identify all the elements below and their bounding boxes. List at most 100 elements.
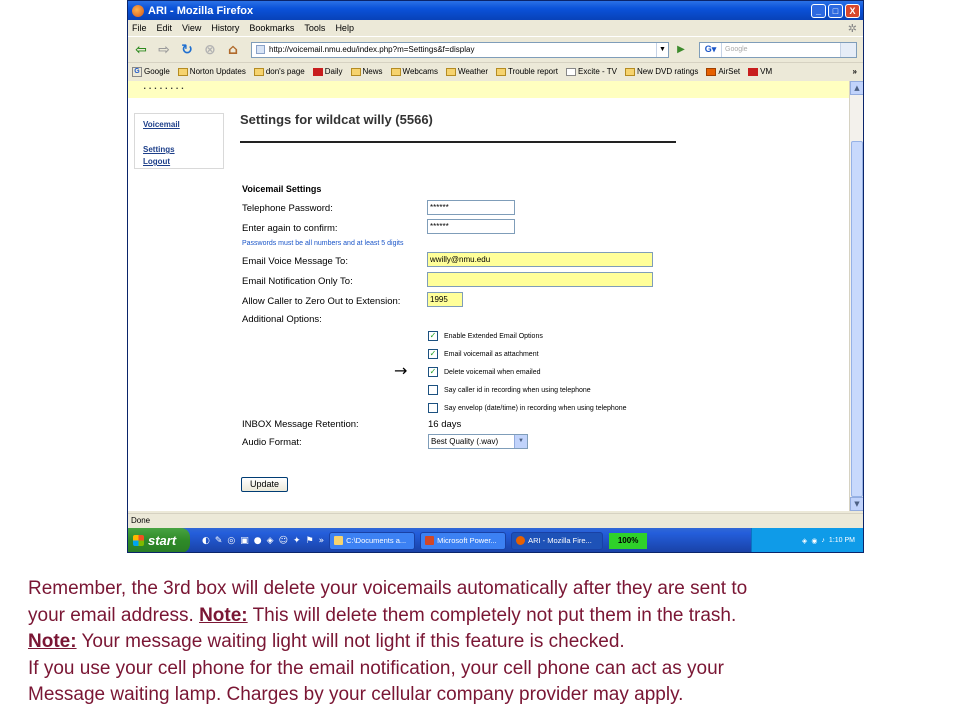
bookmark-weather[interactable]: Weather bbox=[445, 67, 489, 76]
confirm-password-field[interactable]: ****** bbox=[427, 219, 515, 234]
tray-icon[interactable]: ◈ bbox=[802, 537, 807, 545]
start-label: start bbox=[148, 533, 177, 548]
option-label-1: Enable Extended Email Options bbox=[444, 333, 543, 340]
menu-help[interactable]: Help bbox=[335, 23, 354, 33]
clock[interactable]: 1:10 PM bbox=[829, 537, 855, 544]
bookmark-label: News bbox=[362, 67, 383, 76]
search-icon[interactable] bbox=[840, 42, 856, 57]
task-label: C:\Documents a... bbox=[346, 536, 407, 545]
taskbar: start ◐ ✎ ◎ ▣ ● ◈ ☺ ✦ ⚑ » C:\Documents a… bbox=[128, 528, 863, 552]
task-label: ARI - Mozilla Fire... bbox=[528, 536, 592, 545]
bookmark-google[interactable]: G Google bbox=[132, 66, 170, 77]
audio-format-select[interactable]: Best Quality (.wav) ▼ bbox=[428, 434, 528, 449]
bookmark-label: Norton Updates bbox=[189, 67, 246, 76]
option-checkbox-1[interactable]: ✓ bbox=[428, 331, 438, 341]
menu-view[interactable]: View bbox=[182, 23, 201, 33]
address-bar[interactable]: http://voicemail.nmu.edu/index.php?m=Set… bbox=[251, 41, 669, 58]
retention-label: INBOX Message Retention: bbox=[242, 419, 359, 430]
bookmark-norton[interactable]: Norton Updates bbox=[177, 67, 246, 76]
menu-bookmarks[interactable]: Bookmarks bbox=[249, 23, 294, 33]
battery-percent: 100% bbox=[609, 532, 648, 549]
bookmark-dons-page[interactable]: don's page bbox=[253, 67, 305, 76]
start-button[interactable]: start bbox=[128, 528, 190, 552]
option-checkbox-5[interactable] bbox=[428, 403, 438, 413]
tray-icon[interactable]: ◉ bbox=[811, 537, 817, 545]
task-firefox[interactable]: ARI - Mozilla Fire... bbox=[511, 531, 604, 550]
update-button[interactable]: Update bbox=[241, 477, 288, 492]
close-button[interactable]: X bbox=[845, 3, 860, 18]
back-arrow-icon[interactable]: ⇦ bbox=[132, 41, 150, 59]
bookmark-daily[interactable]: Daily bbox=[312, 67, 343, 76]
bookmark-news[interactable]: News bbox=[350, 67, 383, 76]
quick-launch-icon[interactable]: ✦ bbox=[293, 536, 301, 546]
zero-out-field[interactable]: 1995 bbox=[427, 292, 463, 307]
nav-logout-link[interactable]: Logout bbox=[143, 157, 170, 166]
folder-icon bbox=[350, 67, 361, 76]
menu-tools[interactable]: Tools bbox=[304, 23, 325, 33]
bookmark-excite-tv[interactable]: Excite - TV bbox=[566, 67, 617, 76]
reload-icon[interactable]: ↻ bbox=[178, 41, 196, 59]
bookmark-trouble-report[interactable]: Trouble report bbox=[496, 67, 558, 76]
minimize-button[interactable]: _ bbox=[811, 3, 826, 18]
chevron-down-icon[interactable]: ▼ bbox=[514, 435, 527, 448]
forward-arrow-icon[interactable]: ⇨ bbox=[155, 41, 173, 59]
menu-edit[interactable]: Edit bbox=[157, 23, 173, 33]
task-label: Microsoft Power... bbox=[437, 536, 497, 545]
telephone-password-field[interactable]: ****** bbox=[427, 200, 515, 215]
folder-icon bbox=[445, 67, 456, 76]
bookmark-label: VM bbox=[760, 67, 773, 76]
home-icon[interactable]: ⌂ bbox=[224, 41, 242, 59]
menu-file[interactable]: File bbox=[132, 23, 147, 33]
email-voice-field[interactable]: wwilly@nmu.edu bbox=[427, 252, 653, 267]
menu-history[interactable]: History bbox=[211, 23, 239, 33]
quick-launch-icon[interactable]: ✎ bbox=[215, 536, 223, 546]
caption-segment: Your message waiting light will not ligh… bbox=[76, 631, 625, 652]
quick-launch-icon[interactable]: ◈ bbox=[267, 536, 274, 546]
chevron-right-icon[interactable]: » bbox=[319, 536, 325, 546]
scroll-up-icon[interactable]: ▲ bbox=[850, 81, 863, 95]
bookmark-new-dvd-ratings[interactable]: New DVD ratings bbox=[624, 67, 698, 76]
section-heading: Voicemail Settings bbox=[242, 184, 322, 194]
chevron-down-icon[interactable]: ▼ bbox=[656, 42, 668, 57]
bookmark-webcams[interactable]: Webcams bbox=[390, 67, 438, 76]
bookmark-label: Webcams bbox=[402, 67, 438, 76]
tray-icon[interactable]: ♪ bbox=[821, 537, 825, 544]
nav-settings-link[interactable]: Settings bbox=[143, 145, 175, 154]
nav-voicemail-link[interactable]: Voicemail bbox=[143, 120, 180, 129]
folder-icon bbox=[624, 67, 635, 76]
google-icon[interactable]: G▾ bbox=[700, 42, 722, 57]
folder-icon bbox=[334, 536, 344, 545]
red-icon bbox=[312, 67, 323, 76]
quick-launch-icon[interactable]: ◐ bbox=[202, 536, 210, 546]
bookmark-vm[interactable]: VM bbox=[748, 67, 772, 76]
quick-launch-icon[interactable]: ☺ bbox=[279, 536, 288, 546]
caption-line: your email address. Note: This will dele… bbox=[28, 603, 948, 630]
quick-launch-icon[interactable]: ◎ bbox=[227, 536, 235, 546]
bookmark-label: don's page bbox=[265, 67, 305, 76]
vertical-scrollbar[interactable]: ▲ ▼ bbox=[849, 81, 863, 511]
search-box[interactable]: G▾ Google bbox=[699, 41, 857, 58]
caption-segment: This will delete them completely not put… bbox=[247, 604, 737, 626]
bookmark-airset[interactable]: AirSet bbox=[706, 67, 740, 76]
option-checkbox-4[interactable] bbox=[428, 385, 438, 395]
bookmark-label: Excite - TV bbox=[578, 67, 617, 76]
quick-launch-icon[interactable]: ● bbox=[254, 536, 262, 546]
notice-bar: ........ bbox=[128, 81, 849, 98]
task-documents[interactable]: C:\Documents a... bbox=[329, 531, 416, 550]
scroll-down-icon[interactable]: ▼ bbox=[850, 497, 863, 511]
quick-launch: ◐ ✎ ◎ ▣ ● ◈ ☺ ✦ ⚑ » bbox=[202, 536, 324, 546]
telephone-password-label: Telephone Password: bbox=[242, 203, 333, 214]
scroll-thumb[interactable] bbox=[851, 141, 863, 497]
go-icon[interactable]: ▶ bbox=[674, 43, 688, 57]
firefox-icon bbox=[132, 4, 144, 17]
maximize-button[interactable]: □ bbox=[828, 3, 843, 18]
email-notify-field[interactable] bbox=[427, 272, 653, 287]
chevron-right-icon[interactable]: » bbox=[853, 67, 857, 76]
quick-launch-icon[interactable]: ⚑ bbox=[306, 536, 314, 546]
quick-launch-icon[interactable]: ▣ bbox=[240, 536, 249, 546]
stop-icon[interactable]: ⊗ bbox=[201, 41, 219, 59]
bookmark-label: Weather bbox=[457, 67, 489, 76]
option-checkbox-2[interactable]: ✓ bbox=[428, 349, 438, 359]
task-powerpoint[interactable]: Microsoft Power... bbox=[420, 531, 507, 550]
option-checkbox-3[interactable]: ✓ bbox=[428, 367, 438, 377]
